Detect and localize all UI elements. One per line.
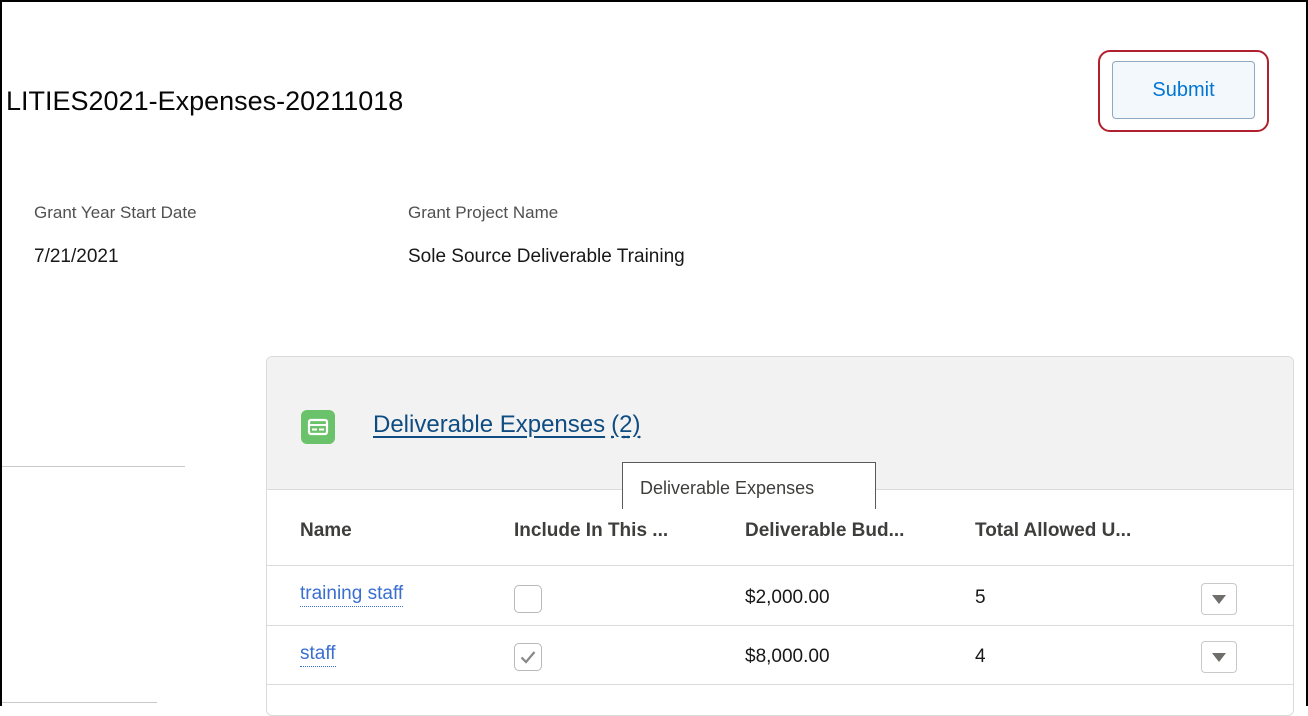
include-checkbox-checked[interactable] [514,643,542,671]
frame-left-border [0,0,2,706]
row-budget: $8,000.00 [745,646,830,668]
grant-project-name-value: Sole Source Deliverable Training [408,246,685,268]
row-name-link[interactable]: training staff [300,582,403,607]
row-budget: $2,000.00 [745,587,830,609]
tooltip-text: Deliverable Expenses [640,478,814,499]
column-header-include[interactable]: Include In This ... [514,520,668,542]
card-count[interactable]: (2) [611,411,640,438]
grant-year-start-date-value: 7/21/2021 [34,246,119,268]
grant-year-start-date-label: Grant Year Start Date [34,203,197,223]
deliverable-card-icon [301,410,335,444]
column-header-budget[interactable]: Deliverable Bud... [745,520,904,542]
row-action-dropdown[interactable] [1201,641,1237,673]
table-header-separator [267,565,1293,566]
chevron-down-icon [1212,595,1226,604]
row-separator [267,625,1293,626]
chevron-down-icon [1212,653,1226,662]
section-divider-bottom [2,702,157,703]
record-title: LITIES2021-Expenses-20211018 [6,86,403,117]
row-total-allowed: 4 [975,646,986,668]
frame-top-border [0,0,1308,2]
deliverable-expenses-link[interactable]: Deliverable Expenses (2) [373,411,640,439]
column-header-name[interactable]: Name [300,520,352,542]
row-total-allowed: 5 [975,587,986,609]
section-divider [2,466,185,467]
submit-button[interactable]: Submit [1112,61,1255,119]
grant-project-name-label: Grant Project Name [408,203,558,223]
row-name-link[interactable]: staff [300,642,336,667]
include-checkbox[interactable] [514,585,542,613]
tooltip: Deliverable Expenses [622,462,876,509]
card-title-text[interactable]: Deliverable Expenses [373,411,605,438]
row-action-dropdown[interactable] [1201,583,1237,615]
checkmark-icon [520,650,536,664]
row-separator [267,684,1293,685]
column-header-total-allowed[interactable]: Total Allowed U... [975,520,1131,542]
